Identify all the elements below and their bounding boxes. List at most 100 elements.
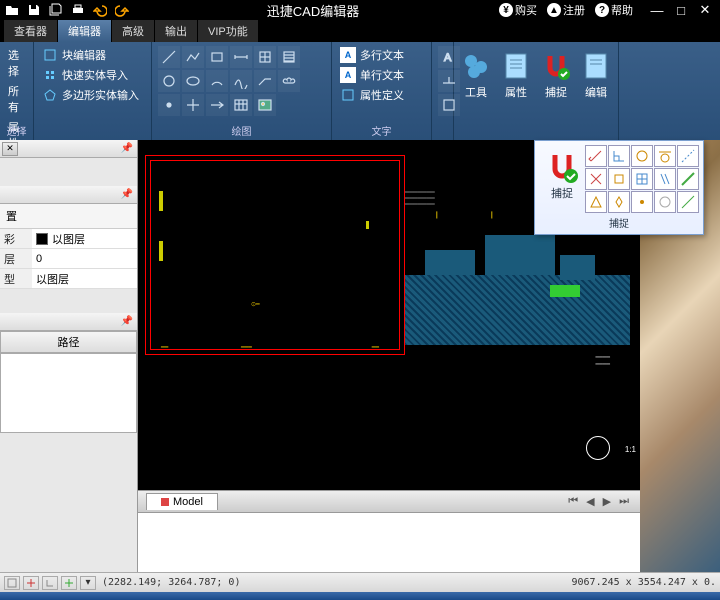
undo-icon[interactable] bbox=[92, 2, 108, 18]
prop-row-color[interactable]: 彩以图层 bbox=[0, 229, 137, 249]
model-tab[interactable]: Model bbox=[146, 493, 218, 510]
image-icon[interactable] bbox=[254, 94, 276, 116]
drawing-extent: 9067.245 x 3554.247 x 0. bbox=[572, 577, 717, 588]
axis-icon[interactable] bbox=[182, 94, 204, 116]
mtext-button[interactable]: A多行文本 bbox=[338, 46, 425, 64]
snap-center-icon[interactable] bbox=[631, 145, 653, 167]
open-icon[interactable] bbox=[4, 2, 20, 18]
ellipse-icon[interactable] bbox=[182, 70, 204, 92]
cad-object-left: ━━ ━━━ ━━ ⊙━ bbox=[150, 160, 400, 350]
tab-first-icon[interactable]: ⏮ bbox=[565, 495, 581, 508]
redo-icon[interactable] bbox=[114, 2, 130, 18]
point-icon[interactable] bbox=[158, 94, 180, 116]
polyline-icon[interactable] bbox=[182, 46, 204, 68]
path-pin-hdr: 📌 bbox=[0, 313, 137, 331]
poly-input-button[interactable]: 多边形实体输入 bbox=[40, 86, 145, 104]
block-icon[interactable] bbox=[254, 46, 276, 68]
tool-button[interactable]: 工具 bbox=[456, 46, 496, 136]
tab-vip[interactable]: VIP功能 bbox=[198, 20, 258, 42]
tab-last-icon[interactable]: ⏭ bbox=[616, 495, 632, 508]
ray-icon[interactable] bbox=[206, 94, 228, 116]
fast-import-button[interactable]: 快速实体导入 bbox=[40, 66, 145, 84]
property-button[interactable]: 属性 bbox=[496, 46, 536, 136]
tab-next-icon[interactable]: ▶ bbox=[600, 495, 614, 508]
tab-editor[interactable]: 编辑器 bbox=[58, 20, 111, 42]
snap-insert-icon[interactable] bbox=[677, 168, 699, 190]
prop-row-layer[interactable]: 层0 bbox=[0, 249, 137, 269]
snap-footer-label: 捕捉 bbox=[539, 213, 699, 230]
snap-parallel-icon[interactable] bbox=[654, 168, 676, 190]
select-all-button[interactable]: 所有 bbox=[6, 82, 27, 116]
snap-perp-icon[interactable] bbox=[608, 145, 630, 167]
system-taskbar[interactable] bbox=[0, 592, 720, 600]
tab-output[interactable]: 输出 bbox=[155, 20, 197, 42]
snap-node-icon[interactable] bbox=[608, 168, 630, 190]
snap-button[interactable]: 捕捉 bbox=[536, 46, 576, 136]
help-button[interactable]: ?帮助 bbox=[592, 2, 636, 18]
attrdef-button[interactable]: 属性定义 bbox=[338, 86, 425, 104]
print-icon[interactable] bbox=[70, 2, 86, 18]
panel-close-icon[interactable]: ✕ bbox=[2, 142, 18, 156]
svg-text:A: A bbox=[444, 52, 452, 64]
sb-snap-icon[interactable] bbox=[4, 576, 20, 590]
snap-endpoint-icon[interactable] bbox=[585, 145, 607, 167]
spline-icon[interactable] bbox=[230, 70, 252, 92]
cursor-coords: (2282.149; 3264.787; 0) bbox=[102, 577, 240, 588]
cad-object-right: ═════════════════════ ┃ ┃ ┃ ━━━━━━━━ bbox=[405, 220, 630, 350]
register-button[interactable]: ▲注册 bbox=[544, 2, 588, 18]
snap-none-icon[interactable] bbox=[654, 191, 676, 213]
snap-extension-icon[interactable] bbox=[677, 145, 699, 167]
dimension-icon[interactable] bbox=[230, 46, 252, 68]
circle-icon[interactable] bbox=[158, 70, 180, 92]
tab-prev-icon[interactable]: ◀ bbox=[583, 495, 597, 508]
snap-nearest-icon[interactable] bbox=[631, 191, 653, 213]
path-body[interactable] bbox=[0, 353, 137, 433]
sb-dropdown-icon[interactable]: ▾ bbox=[80, 576, 96, 590]
edit-button[interactable]: 编辑 bbox=[576, 46, 616, 136]
sheet-tag bbox=[586, 436, 610, 460]
snap-mid-icon[interactable] bbox=[585, 191, 607, 213]
snap-intersection-icon[interactable] bbox=[585, 168, 607, 190]
save-icon[interactable] bbox=[26, 2, 42, 18]
hatch-icon[interactable] bbox=[278, 46, 300, 68]
text-button[interactable]: A单行文本 bbox=[338, 66, 425, 84]
prop-row-linetype[interactable]: 型以图层 bbox=[0, 269, 137, 289]
app-title: 迅捷CAD编辑器 bbox=[130, 1, 496, 20]
close-button[interactable]: ✕ bbox=[694, 1, 716, 19]
select-button[interactable]: 选择 bbox=[6, 46, 27, 80]
maximize-button[interactable]: □ bbox=[670, 1, 692, 19]
titlebar: 迅捷CAD编辑器 ¥购买 ▲注册 ?帮助 — □ ✕ bbox=[0, 0, 720, 20]
arc-icon[interactable] bbox=[206, 70, 228, 92]
tab-bar: 查看器 编辑器 高级 输出 VIP功能 ▾ ? bbox=[0, 20, 720, 42]
snap-midpoint-icon[interactable] bbox=[631, 168, 653, 190]
sb-polar-icon[interactable] bbox=[61, 576, 77, 590]
rect-icon[interactable] bbox=[206, 46, 228, 68]
tab-viewer[interactable]: 查看器 bbox=[4, 20, 57, 42]
props-subheader: 📌 bbox=[0, 186, 137, 204]
pin3-icon[interactable]: 📌 bbox=[121, 316, 133, 327]
buy-button[interactable]: ¥购买 bbox=[496, 2, 540, 18]
props-title: 置 bbox=[0, 204, 137, 229]
snap-quadrant-icon[interactable] bbox=[608, 191, 630, 213]
block-editor-button[interactable]: 块编辑器 bbox=[40, 46, 145, 64]
snap-toggle[interactable]: 捕捉 bbox=[539, 145, 585, 213]
cloud-icon[interactable] bbox=[278, 70, 300, 92]
save-all-icon[interactable] bbox=[48, 2, 64, 18]
sb-ortho-icon[interactable] bbox=[42, 576, 58, 590]
scale-label: 1:1 bbox=[625, 445, 636, 454]
model-tabs: Model ⏮ ◀ ▶ ⏭ bbox=[138, 490, 640, 512]
pin2-icon[interactable]: 📌 bbox=[121, 189, 133, 200]
tab-advanced[interactable]: 高级 bbox=[112, 20, 154, 42]
minimize-button[interactable]: — bbox=[646, 1, 668, 19]
leader-icon[interactable] bbox=[254, 70, 276, 92]
ribbon: 选择 所有 属性 选择 块编辑器 快速实体导入 多边形实体输入 bbox=[0, 42, 720, 140]
path-title: 路径 bbox=[0, 331, 137, 353]
snap-popup: 捕捉 捕捉 bbox=[534, 140, 704, 235]
line-icon[interactable] bbox=[158, 46, 180, 68]
table-icon[interactable] bbox=[230, 94, 252, 116]
command-line[interactable] bbox=[138, 512, 640, 572]
sb-grid-icon[interactable] bbox=[23, 576, 39, 590]
snap-from-icon[interactable] bbox=[677, 191, 699, 213]
snap-tangent-icon[interactable] bbox=[654, 145, 676, 167]
pin-icon[interactable]: 📌 bbox=[121, 143, 133, 154]
